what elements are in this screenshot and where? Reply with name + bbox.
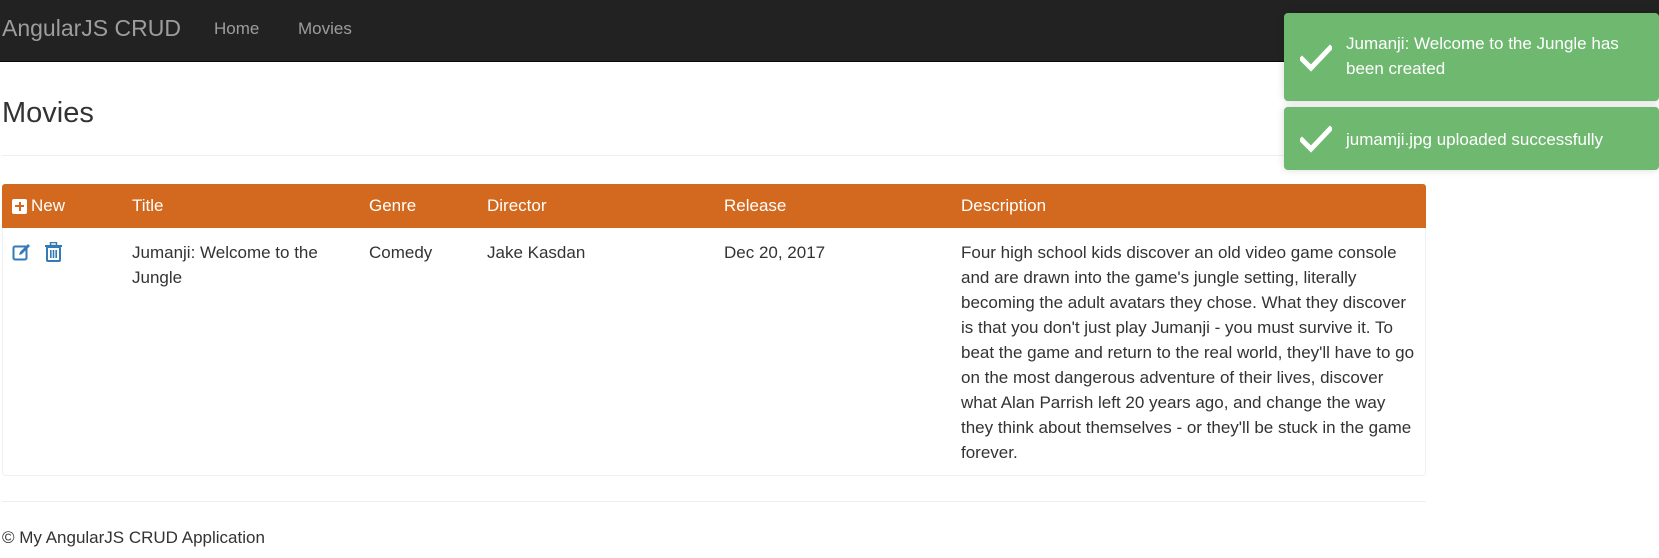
plus-square-icon: [12, 198, 27, 214]
cell-director: Jake Kasdan: [487, 243, 586, 262]
cell-genre: Comedy: [369, 243, 433, 262]
checkmark-icon: [1298, 44, 1334, 77]
column-header-director: Director: [487, 196, 547, 215]
toast-message: jumamji.jpg uploaded successfully: [1346, 130, 1604, 149]
brand-link[interactable]: AngularJS CRUD: [2, 15, 181, 42]
table-header: New Title Genre Director Release Descrip…: [2, 184, 1426, 228]
cell-title: Jumanji: Welcome to the Jungle: [132, 243, 318, 287]
cell-description: Four high school kids discover an old vi…: [961, 243, 1415, 462]
nav-link-movies[interactable]: Movies: [298, 19, 352, 39]
cell-release: Dec 20, 2017: [724, 243, 826, 262]
edit-icon[interactable]: [12, 242, 32, 267]
toast-created[interactable]: Jumanji: Welcome to the Jungle has been …: [1284, 13, 1659, 101]
checkmark-icon: [1298, 125, 1334, 158]
column-header-genre: Genre: [369, 196, 417, 215]
page-title: Movies: [2, 97, 94, 129]
footer-copyright: © My AngularJS CRUD Application: [2, 528, 265, 547]
column-header-title: Title: [132, 196, 164, 215]
new-button-label: New: [31, 196, 66, 215]
column-header-description: Description: [961, 196, 1047, 215]
toast-uploaded[interactable]: jumamji.jpg uploaded successfully: [1284, 107, 1659, 170]
nav-link-home[interactable]: Home: [214, 19, 259, 39]
column-header-release: Release: [724, 196, 787, 215]
new-movie-button[interactable]: New: [12, 196, 65, 216]
footer-divider: [2, 501, 1426, 502]
title-divider: [2, 155, 1426, 156]
toast-message: Jumanji: Welcome to the Jungle has been …: [1346, 34, 1619, 78]
trash-icon[interactable]: [44, 241, 63, 267]
